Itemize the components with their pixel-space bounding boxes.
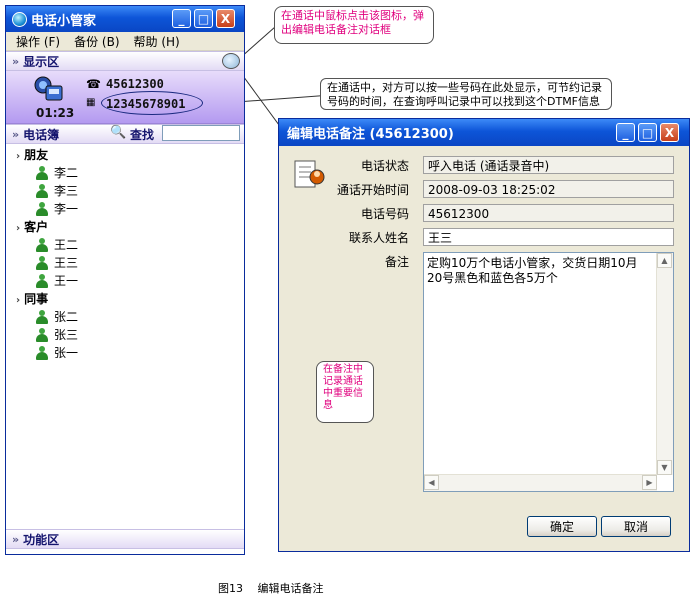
notes-tip-callout: 在备注中记录通话中重要信息	[316, 361, 374, 423]
contact-item[interactable]: 王一	[36, 272, 78, 289]
contact-name: 王一	[54, 274, 79, 288]
menu-bar: 操作 (F) 备份 (B) 帮助 (H)	[6, 32, 244, 51]
chevron-double-right-icon: »	[12, 54, 20, 68]
dtmf-highlight-ellipse	[101, 91, 203, 115]
vertical-scrollbar[interactable]: ▲ ▼	[656, 253, 673, 475]
dialog-title: 编辑电话备注 (45612300)	[287, 127, 454, 142]
group-clients[interactable]: › 客户	[16, 218, 48, 235]
person-icon	[36, 201, 48, 216]
notes-text: 定购10万个电话小管家，交货日期10月20号黑色和蓝色各5万个	[427, 256, 638, 285]
person-icon	[36, 183, 48, 198]
contact-name: 李一	[54, 202, 79, 216]
person-icon	[36, 309, 48, 324]
scroll-up-icon[interactable]: ▲	[657, 253, 672, 268]
incoming-number: 45612300	[106, 77, 164, 91]
edit-note-icon[interactable]	[222, 53, 240, 69]
contact-name: 王三	[54, 256, 79, 270]
app-globe-icon	[12, 11, 27, 27]
contact-name: 李三	[54, 184, 79, 198]
telephone-icon: ☎	[86, 77, 101, 91]
contact-name-field[interactable]: 王三	[423, 228, 674, 246]
contact-item[interactable]: 张一	[36, 344, 78, 361]
menu-backup[interactable]: 备份 (B)	[74, 33, 119, 50]
expand-arrow-icon: ›	[16, 223, 21, 234]
number-field: 45612300	[423, 204, 674, 222]
main-window-title: 电话小管家	[31, 13, 97, 29]
group-colleagues[interactable]: › 同事	[16, 290, 48, 307]
notes-textarea[interactable]: 定购10万个电话小管家，交货日期10月20号黑色和蓝色各5万个 ▲ ▼ ◀ ▶	[423, 252, 674, 492]
contact-item[interactable]: 李一	[36, 200, 78, 217]
ok-button[interactable]: 确定	[527, 516, 597, 537]
menu-help[interactable]: 帮助 (H)	[134, 33, 180, 50]
status-field: 呼入电话 (通话录音中)	[423, 156, 674, 174]
maximize-button[interactable]: □	[194, 9, 213, 28]
figure-caption: 图13 编辑电话备注	[218, 582, 324, 595]
contact-item[interactable]: 王三	[36, 254, 78, 271]
contact-item[interactable]: 张三	[36, 326, 78, 343]
contact-name: 王二	[54, 238, 79, 252]
number-label: 电话号码	[360, 207, 409, 221]
function-section-header[interactable]: » 功能区	[6, 529, 244, 549]
dtmf-tip-callout: 在通话中，对方可以按一些号码在此处显示，可节约记录号码的时间，在查询呼叫记录中可…	[320, 78, 612, 110]
cancel-button[interactable]: 取消	[601, 516, 671, 537]
contact-name: 张二	[54, 310, 79, 324]
search-icon: 🔍	[110, 125, 127, 140]
expand-arrow-icon: ›	[16, 295, 21, 306]
edit-note-dialog: 编辑电话备注 (45612300) _ □ X 电话状态 呼入电话 (通话录音中…	[278, 118, 690, 552]
dialog-minimize-button[interactable]: _	[616, 123, 635, 142]
keypad-icon: ▦	[86, 97, 96, 108]
phonebook-header[interactable]: » 电话簿 🔍 查找	[6, 124, 244, 144]
group-name: 同事	[24, 292, 49, 306]
contact-card-icon	[294, 160, 325, 188]
contact-name-label: 联系人姓名	[348, 231, 409, 245]
menu-operate[interactable]: 操作 (F)	[16, 33, 60, 50]
search-label: 查找	[130, 128, 155, 142]
call-display-area: 01:23 ☎ 45612300 ▦ 12345678901	[6, 71, 244, 124]
start-time-label: 通话开始时间	[336, 183, 409, 197]
group-name: 朋友	[24, 148, 49, 162]
scroll-left-icon[interactable]: ◀	[424, 475, 439, 490]
call-duration: 01:23	[36, 106, 75, 120]
icon-tip-callout: 在通话中鼠标点击该图标，弹出编辑电话备注对话框	[274, 6, 434, 44]
person-icon	[36, 273, 48, 288]
minimize-button[interactable]: _	[172, 9, 191, 28]
scroll-down-icon[interactable]: ▼	[657, 460, 672, 475]
close-button[interactable]: X	[216, 9, 235, 28]
contact-name: 李二	[54, 166, 79, 180]
dialog-maximize-button[interactable]: □	[638, 123, 657, 142]
status-label: 电话状态	[360, 159, 409, 173]
person-icon	[36, 327, 48, 342]
person-icon	[36, 345, 48, 360]
person-icon	[36, 255, 48, 270]
contact-item[interactable]: 张二	[36, 308, 78, 325]
contact-name: 张三	[54, 328, 79, 342]
expand-arrow-icon: ›	[16, 151, 21, 162]
contact-tree: › 朋友 李二 李三 李一 › 客户 王二 王三 王一 › 同事 张二 张三 张一	[6, 144, 244, 529]
display-section-label: 显示区	[23, 54, 60, 69]
group-name: 客户	[24, 220, 49, 234]
contact-item[interactable]: 李三	[36, 182, 78, 199]
start-time-field: 2008-09-03 18:25:02	[423, 180, 674, 198]
group-friends[interactable]: › 朋友	[16, 146, 48, 163]
dialog-close-button[interactable]: X	[660, 123, 679, 142]
scroll-right-icon[interactable]: ▶	[642, 475, 657, 490]
chevron-double-right-icon: »	[12, 127, 20, 141]
main-titlebar[interactable]: 电话小管家 _ □ X	[6, 6, 244, 32]
search-input[interactable]	[162, 125, 240, 141]
horizontal-scrollbar[interactable]: ◀ ▶	[424, 474, 657, 491]
notes-label: 备注	[384, 255, 409, 269]
contact-item[interactable]: 王二	[36, 236, 78, 253]
function-section-label: 功能区	[23, 532, 60, 547]
person-icon	[36, 165, 48, 180]
contact-name: 张一	[54, 346, 79, 360]
person-icon	[36, 237, 48, 252]
display-section-header[interactable]: » 显示区	[6, 51, 244, 71]
main-window: 电话小管家 _ □ X 操作 (F) 备份 (B) 帮助 (H) » 显示区 0…	[5, 5, 245, 555]
contact-item[interactable]: 李二	[36, 164, 78, 181]
phonebook-label: 电话簿	[23, 127, 60, 142]
phone-call-icon	[34, 76, 63, 101]
chevron-double-right-icon: »	[12, 532, 20, 546]
dialog-titlebar[interactable]: 编辑电话备注 (45612300) _ □ X	[279, 119, 689, 146]
